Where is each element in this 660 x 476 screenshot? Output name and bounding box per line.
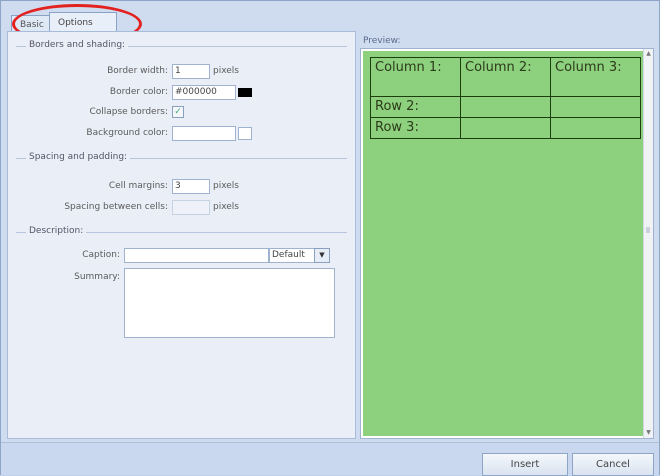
spacing-between-cells-label: Spacing between cells:: [64, 202, 168, 212]
summary-textarea[interactable]: [124, 268, 335, 338]
scroll-down-icon[interactable]: ▼: [645, 429, 652, 437]
scroll-grip-icon[interactable]: [646, 227, 650, 233]
table-cell: [460, 96, 551, 118]
border-width-input[interactable]: 1: [172, 64, 210, 79]
section-label: Description:: [26, 226, 87, 236]
section-label: Spacing and padding:: [26, 152, 131, 162]
background-color-input[interactable]: [172, 126, 236, 141]
table-cell: [550, 96, 641, 118]
dialog-footer: Insert Cancel: [1, 442, 659, 476]
table-row: Row 3:: [370, 117, 641, 139]
background-color-row: Background color:: [8, 125, 357, 141]
preview-table: Column 1: Column 2: Column 3: Row 2: Row…: [370, 57, 641, 139]
caption-label: Caption:: [82, 250, 120, 260]
table-row: Row 2:: [370, 96, 641, 118]
cell-margins-row: Cell margins: 3 pixels: [8, 178, 357, 194]
border-width-row: Border width: 1 pixels: [8, 63, 357, 79]
collapse-borders-label: Collapse borders:: [89, 107, 168, 117]
border-color-input[interactable]: #000000: [172, 85, 236, 100]
preview-area: Column 1: Column 2: Column 3: Row 2: Row…: [363, 51, 643, 436]
chevron-down-icon[interactable]: ▼: [314, 248, 330, 263]
caption-input[interactable]: [124, 248, 269, 263]
background-color-label: Background color:: [86, 128, 168, 138]
spacing-between-cells-unit: pixels: [213, 202, 239, 212]
spacing-between-cells-input[interactable]: [172, 200, 210, 215]
caption-row: Caption: Default ▼: [8, 247, 357, 263]
cell-margins-label: Cell margins:: [108, 181, 168, 191]
table-cell: [460, 117, 551, 139]
spacing-between-cells-row: Spacing between cells: pixels: [8, 199, 357, 215]
border-color-swatch[interactable]: [238, 88, 252, 97]
table-cell: [550, 117, 641, 139]
border-color-label: Border color:: [109, 87, 168, 97]
options-panel: Borders and shading: Border width: 1 pix…: [7, 31, 356, 439]
tab-strip: Basic Options: [7, 7, 653, 35]
border-width-label: Border width:: [107, 66, 168, 76]
insert-button[interactable]: Insert: [482, 453, 568, 476]
summary-label: Summary:: [74, 272, 120, 282]
border-width-unit: pixels: [213, 66, 239, 76]
preview-pane: Column 1: Column 2: Column 3: Row 2: Row…: [360, 48, 654, 439]
border-color-row: Border color: #000000: [8, 84, 357, 100]
section-borders-and-shading: Borders and shading:: [16, 40, 347, 51]
section-label: Borders and shading:: [26, 40, 129, 50]
table-cell: Column 2:: [460, 57, 551, 97]
preview-scrollbar[interactable]: ▲ ▼: [643, 49, 653, 438]
collapse-borders-row: Collapse borders: ✓: [8, 104, 357, 120]
cancel-button[interactable]: Cancel: [572, 453, 654, 476]
collapse-borders-checkbox[interactable]: ✓: [172, 106, 184, 118]
preview-label: Preview:: [363, 36, 401, 46]
cell-margins-unit: pixels: [213, 181, 239, 191]
background-color-swatch[interactable]: [238, 127, 252, 140]
caption-align-select[interactable]: Default: [269, 248, 315, 263]
table-cell: Row 2:: [370, 96, 461, 118]
table-cell: Column 1:: [370, 57, 461, 97]
table-cell: Column 3:: [550, 57, 641, 97]
scroll-up-icon[interactable]: ▲: [645, 50, 652, 58]
table-cell: Row 3:: [370, 117, 461, 139]
table-row: Column 1: Column 2: Column 3:: [370, 57, 641, 97]
section-description: Description:: [16, 226, 347, 237]
table-properties-dialog: Basic Options Borders and shading: Borde…: [0, 0, 660, 476]
cell-margins-input[interactable]: 3: [172, 179, 210, 194]
section-spacing-and-padding: Spacing and padding:: [16, 152, 347, 163]
